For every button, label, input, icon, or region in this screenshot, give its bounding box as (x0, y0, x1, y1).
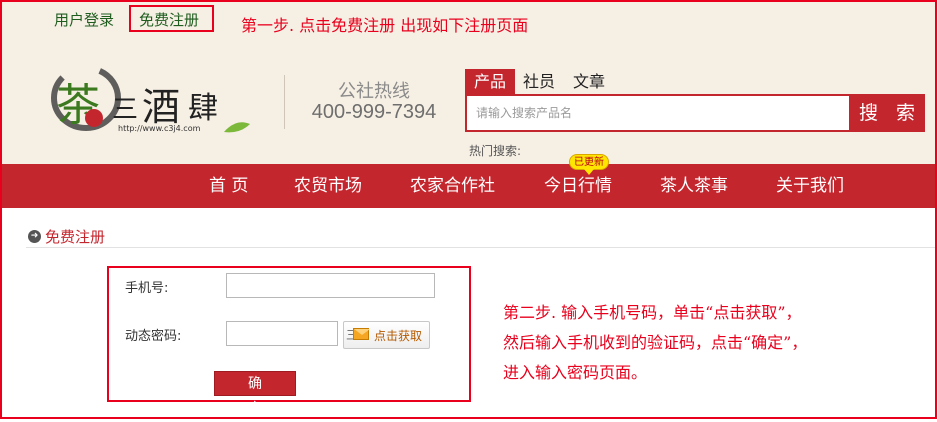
hotline-label: 公社热线 (338, 81, 410, 102)
updated-badge: 已更新 (569, 154, 609, 175)
nav-item-about[interactable]: 关于我们 (776, 164, 844, 208)
search-input[interactable]: 请输入搜索产品名 (465, 94, 851, 132)
logo-char-2: 三 (112, 95, 138, 125)
code-label: 动态密码: (125, 329, 182, 344)
site-logo[interactable]: 茶 三 酒 肆 http://www.c3j4.com (48, 54, 258, 138)
mail-icon (353, 328, 370, 340)
logo-char-3: 酒 (142, 85, 180, 129)
search-tab-member[interactable]: 社员 (518, 69, 560, 94)
nav-item-cooperative[interactable]: 农家合作社 (410, 164, 495, 208)
section-title: 免费注册 (45, 228, 106, 246)
logo-url: http://www.c3j4.com (118, 124, 201, 133)
step2-line-3: 进入输入密码页面。 (503, 363, 648, 382)
hot-search-label: 热门搜索: (469, 144, 522, 158)
register-link[interactable]: 免费注册 (139, 9, 199, 30)
confirm-button[interactable]: 确 定 (214, 371, 296, 417)
search-tab-article[interactable]: 文章 (567, 69, 611, 94)
code-input[interactable] (226, 321, 338, 346)
header-divider (284, 75, 285, 129)
phone-input[interactable] (226, 273, 435, 298)
hotline-number: 400-999-7394 (311, 101, 437, 123)
phone-label: 手机号: (125, 281, 169, 296)
nav-item-home[interactable]: 首 页 (209, 164, 248, 208)
step1-annotation: 第一步. 点击免费注册 出现如下注册页面 (241, 16, 529, 35)
nav-item-quotes[interactable]: 今日行情 (544, 164, 612, 208)
arrow-right-circle-icon: ➜ (28, 230, 41, 243)
nav-item-tea-people[interactable]: 茶人茶事 (660, 164, 728, 208)
step2-line-1: 第二步. 输入手机号码，单击“点击获取”， (503, 303, 802, 322)
step2-annotation: 第二步. 输入手机号码，单击“点击获取”， 然后输入手机收到的验证码，点击“确定… (503, 298, 923, 388)
login-link[interactable]: 用户登录 (54, 9, 114, 30)
step2-line-2: 然后输入手机收到的验证码，点击“确定”， (503, 333, 808, 352)
section-divider (26, 247, 935, 248)
nav-item-market[interactable]: 农贸市场 (294, 164, 362, 208)
search-button[interactable]: 搜 索 (849, 94, 925, 132)
search-tab-product[interactable]: 产品 (465, 69, 515, 94)
logo-char-4: 肆 (188, 91, 218, 126)
